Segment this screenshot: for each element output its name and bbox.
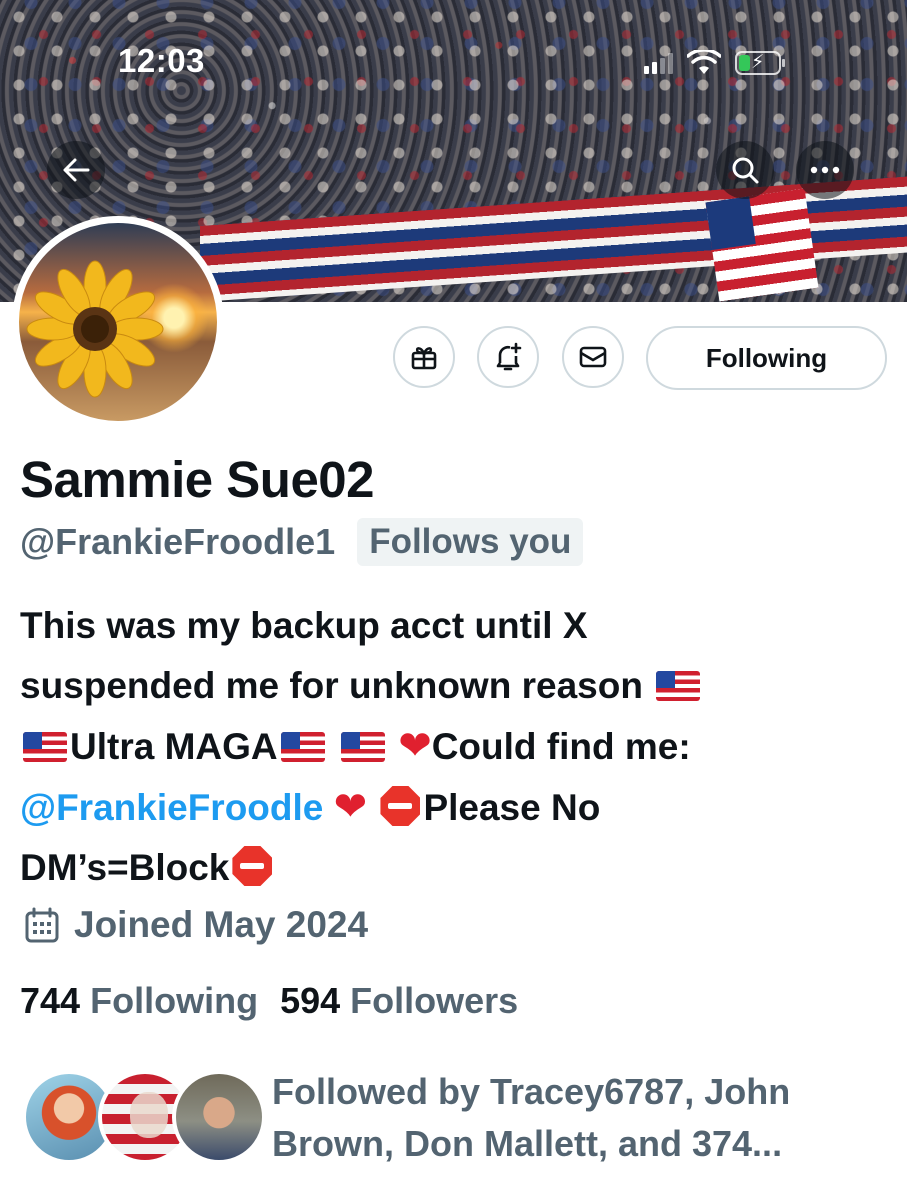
follower-avatar <box>172 1070 266 1164</box>
arrow-left-icon <box>63 158 90 182</box>
bio-line-1: This was my backup acct until X <box>20 605 588 646</box>
search-button[interactable] <box>716 141 774 199</box>
us-flag-emoji-icon <box>23 732 67 762</box>
banner-flag <box>705 188 819 302</box>
followed-by-section[interactable]: Followed by Tracey6787, John Brown, Don … <box>22 1066 892 1176</box>
bio-mention-link[interactable]: @FrankieFroodle <box>20 787 323 828</box>
following-stat[interactable]: 744 Following <box>20 980 258 1022</box>
joined-text: Joined May 2024 <box>74 904 369 945</box>
profile-actions: Following <box>0 326 907 392</box>
joined-date: Joined May 2024 <box>22 904 368 946</box>
stop-sign-emoji-icon <box>232 846 273 886</box>
following-label: Following <box>90 980 259 1021</box>
followed-by-text: Followed by Tracey6787, John Brown, Don … <box>272 1071 791 1164</box>
us-flag-emoji-icon <box>340 732 385 762</box>
status-time: 12:03 <box>118 42 205 79</box>
battery-charging-icon: ⚡ <box>735 51 785 75</box>
message-button[interactable] <box>562 326 624 388</box>
bio-line-4b: Please No <box>423 787 601 828</box>
gift-icon <box>411 347 437 370</box>
following-button[interactable]: Following <box>646 326 887 390</box>
stop-sign-emoji-icon <box>380 786 421 826</box>
back-button[interactable] <box>47 141 105 199</box>
handle-row: @FrankieFroodle1 Follows you <box>20 518 584 566</box>
bio-line-3b: Could find me: <box>431 726 691 767</box>
gift-button[interactable] <box>393 326 455 388</box>
more-horizontal-icon <box>810 166 840 174</box>
bio-line-3a: Ultra MAGA <box>70 726 278 767</box>
calendar-icon <box>25 907 59 943</box>
us-flag-emoji-icon <box>656 671 701 701</box>
user-handle: @FrankieFroodle1 <box>20 521 336 562</box>
bio-line-5: DM’s=Block <box>20 847 230 888</box>
follows-you-badge: Follows you <box>357 518 584 566</box>
following-count: 744 <box>20 980 81 1021</box>
bell-plus-icon <box>496 342 522 371</box>
red-heart-emoji-icon: ❤ <box>398 724 432 768</box>
display-name: Sammie Sue02 <box>20 451 375 508</box>
status-indicators: ⚡ <box>644 50 785 76</box>
profile-bio: This was my backup acct until X suspende… <box>20 596 880 898</box>
follow-stats: 744 Following 594 Followers <box>20 980 518 1022</box>
followers-label: Followers <box>350 980 519 1021</box>
profile-avatar[interactable] <box>12 216 224 428</box>
more-button[interactable] <box>796 141 854 199</box>
followers-stat[interactable]: 594 Followers <box>280 980 518 1022</box>
notifications-button[interactable] <box>477 326 539 388</box>
bio-line-2: suspended me for unknown reason <box>20 665 643 706</box>
followers-count: 594 <box>280 980 341 1021</box>
us-flag-emoji-icon <box>280 732 325 762</box>
wifi-icon <box>687 50 721 74</box>
envelope-icon <box>579 346 607 368</box>
cellular-signal-icon <box>644 52 673 74</box>
red-heart-emoji-icon: ❤ <box>333 785 368 829</box>
search-icon <box>732 157 759 184</box>
